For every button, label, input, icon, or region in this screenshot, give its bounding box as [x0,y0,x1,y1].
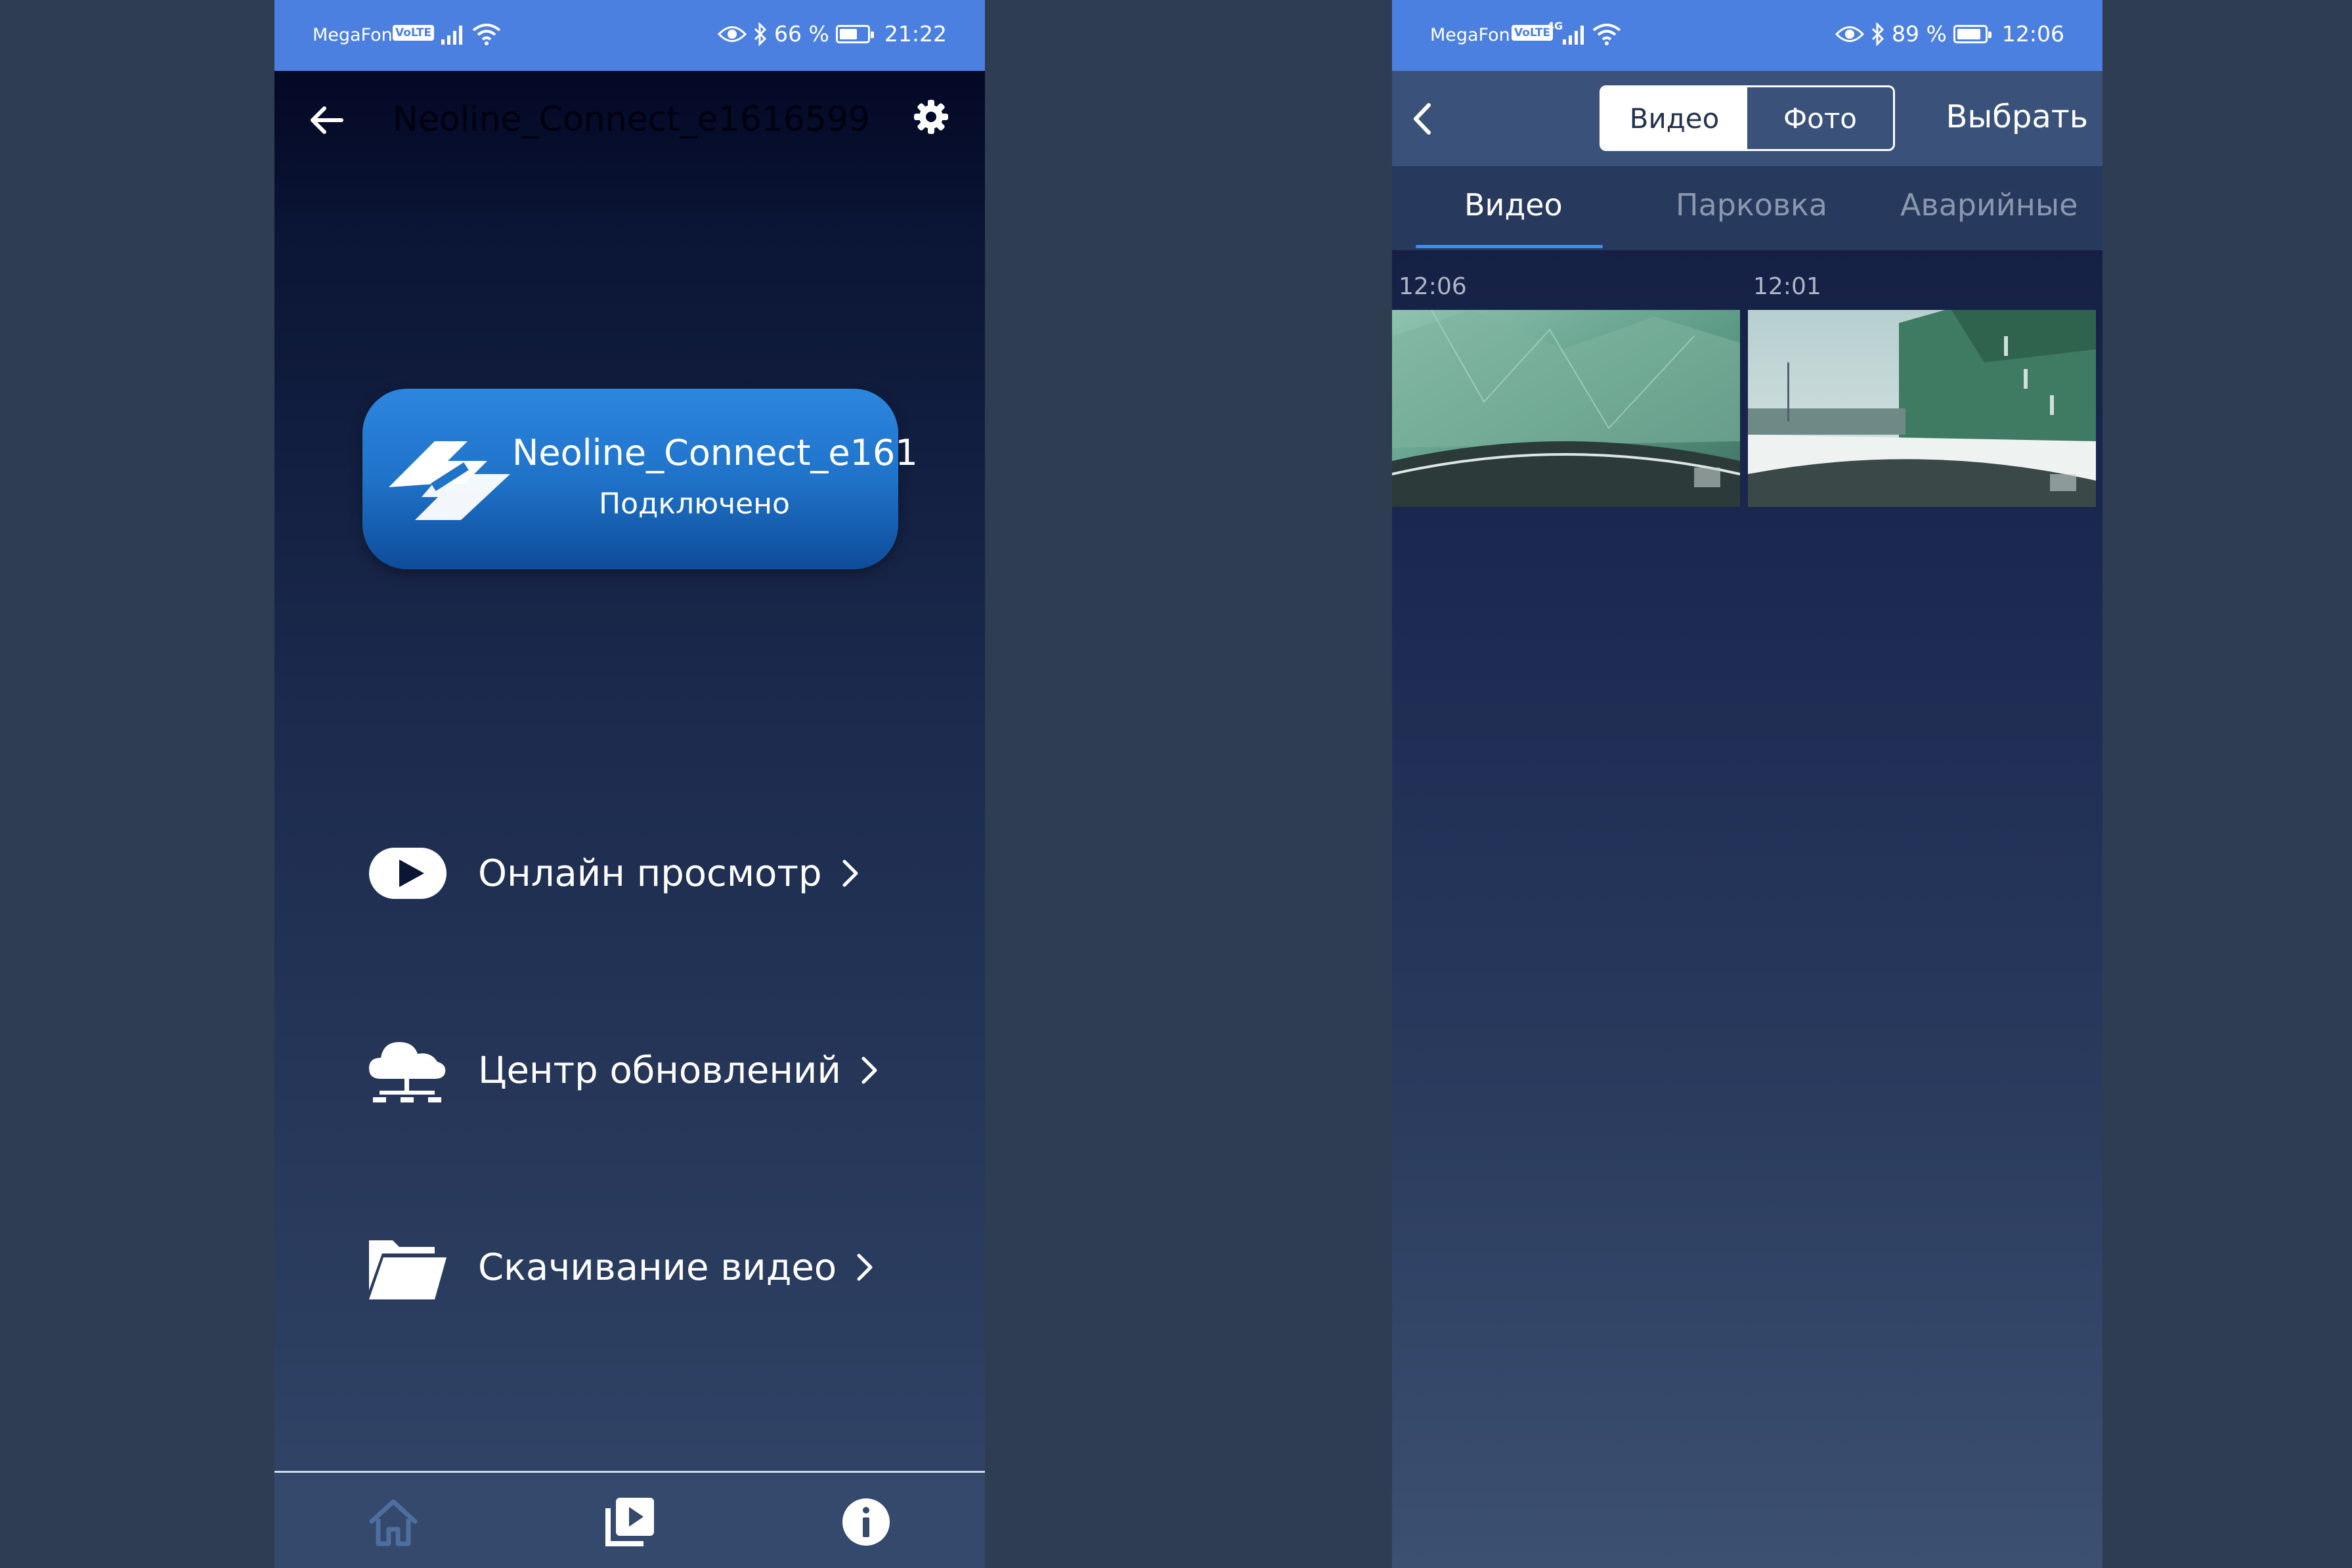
app-top-bar: Видео Фото Выбрать [1392,71,2102,166]
thumbnail-time: 12:01 [1753,273,1821,300]
battery-percent: 89 % [1892,21,1947,47]
carrier-name: MegaFon [313,25,393,45]
menu-item-label: Скачивание видео [478,1246,837,1289]
bluetooth-icon [1871,22,1884,46]
status-right: 89 % 12:06 [1835,21,2064,47]
wifi-icon [472,24,501,45]
menu-item-label: Онлайн просмотр [478,852,822,895]
phone-screen-home: MegaFon VoLTE 66 % 21:22 Neoline_Connect… [274,0,985,1568]
thumbnail-time: 12:06 [1399,273,1467,300]
info-icon[interactable] [838,1494,894,1550]
battery-icon [835,24,874,43]
device-status: Подключено [599,487,790,521]
menu-item-live-view[interactable]: Онлайн просмотр [366,834,892,913]
bluetooth-icon [754,22,767,46]
status-bar: MegaFon VoLTE 66 % 21:22 [274,0,985,71]
volte-badge: VoLTE [393,25,435,41]
video-library-icon[interactable] [601,1494,658,1550]
segment-photo[interactable]: Фото [1747,87,1893,149]
app-top-bar: Neoline_Connect_e1616599 [274,71,985,169]
video-thumbnail[interactable] [1392,310,1740,507]
video-thumbnail-image [1748,310,2096,507]
status-bar: MegaFon VoLTE 4G 89 % 12:06 [1392,0,2102,71]
category-tabs: Видео Парковка Аварийные [1392,166,2102,250]
tab-video[interactable]: Видео [1464,187,1563,223]
cloud-network-icon [369,1042,446,1102]
tab-parking[interactable]: Парковка [1676,187,1827,223]
phone-screen-gallery: MegaFon VoLTE 4G 89 % 12:06 Видео Фото В… [1392,0,2102,1568]
gear-icon[interactable] [913,98,949,135]
bottom-navigation [274,1471,985,1568]
select-button[interactable]: Выбрать [1946,98,2088,135]
chevron-right-icon [861,1056,877,1084]
signal-icon [1563,26,1584,45]
carrier-name: MegaFon [1430,25,1510,45]
battery-icon [1953,24,1992,43]
neoline-logo-icon [389,441,510,520]
video-thumbnail[interactable] [1748,310,2096,507]
network-type: 4G [1547,20,1563,32]
chevron-right-icon [842,860,858,887]
signal-icon [441,26,462,45]
active-tab-indicator [1416,245,1603,248]
menu-item-label: Центр обновлений [478,1049,841,1092]
segment-video[interactable]: Видео [1601,87,1747,149]
chevron-right-icon [857,1253,873,1281]
device-connection-card[interactable]: Neoline_Connect_e161 Подключено [362,389,918,569]
play-icon [369,848,446,899]
back-arrow-icon[interactable] [307,100,347,140]
home-icon[interactable] [365,1494,422,1550]
folder-icon [369,1240,446,1299]
media-type-segmented-control: Видео Фото [1600,85,1895,151]
status-right: 66 % 21:22 [718,21,947,47]
page-title: Neoline_Connect_e1616599 [393,100,871,139]
video-thumbnail-image [1392,310,1740,507]
eye-icon [1835,26,1865,42]
device-name: Neoline_Connect_e161 [512,432,918,473]
battery-percent: 66 % [774,21,829,47]
menu-item-download-video[interactable]: Скачивание видео [366,1228,892,1307]
wifi-icon [1592,24,1621,45]
status-time: 21:22 [884,21,947,47]
menu-item-update-center[interactable]: Центр обновлений [366,1031,892,1110]
status-time: 12:06 [2001,21,2064,47]
chevron-left-icon[interactable] [1408,100,1437,138]
eye-icon [718,26,747,42]
tab-emergency[interactable]: Аварийные [1900,187,2078,223]
